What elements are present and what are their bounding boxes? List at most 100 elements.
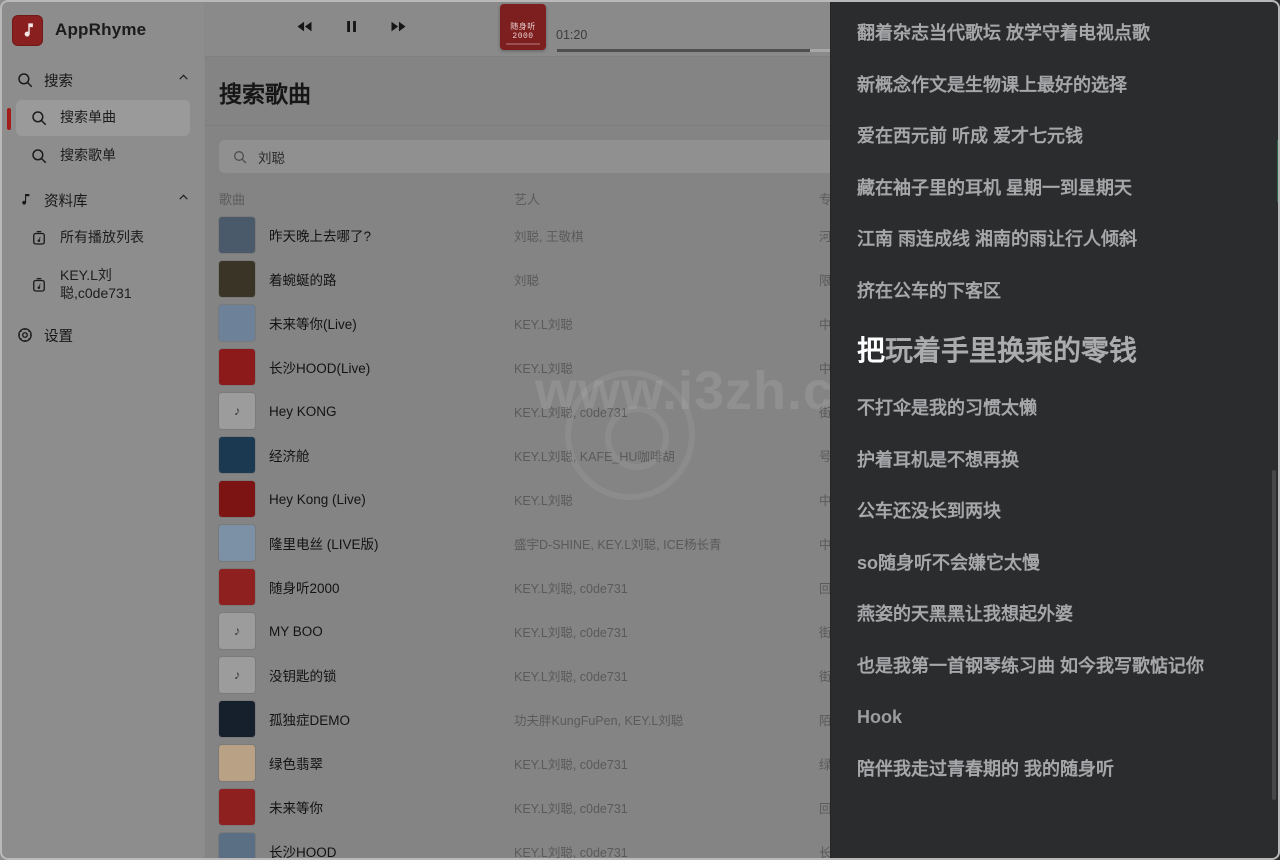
cell-song: 未来等你(Live) xyxy=(219,305,514,341)
playlist-icon xyxy=(30,276,48,294)
cell-song: 未来等你 xyxy=(219,789,514,825)
album-thumbnail-glyph xyxy=(219,833,255,860)
lyric-line[interactable]: so随身听不会嫌它太慢 xyxy=(857,538,1244,590)
lyric-line[interactable]: 藏在袖子里的耳机 星期一到星期天 xyxy=(857,163,1244,215)
search-input-value: 刘聪 xyxy=(258,147,285,167)
song-title: 长沙HOOD(Live) xyxy=(269,357,370,377)
album-thumbnail-glyph: ♪ xyxy=(219,613,255,649)
album-thumbnail-glyph xyxy=(219,525,255,561)
album-thumbnail-glyph xyxy=(219,745,255,781)
cell-song: 隆里电丝 (LIVE版) xyxy=(219,525,514,561)
song-title: Hey Kong (Live) xyxy=(269,492,366,507)
cell-song: 着蜿蜒的路 xyxy=(219,261,514,297)
lyric-line[interactable]: Hook xyxy=(857,692,1244,744)
transport-controls xyxy=(205,16,409,41)
lyric-line[interactable]: 江南 雨连成线 湘南的雨让行人倾斜 xyxy=(857,214,1244,266)
album-thumbnail xyxy=(219,481,255,517)
lyrics-scrollbar[interactable] xyxy=(1272,470,1276,800)
sidebar-item-all-playlists[interactable]: 所有播放列表 xyxy=(16,220,190,256)
lyric-line[interactable]: 挤在公车的下客区 xyxy=(857,266,1244,318)
cell-song: 经济舱 xyxy=(219,437,514,473)
cell-artist: 刘聪 xyxy=(514,270,819,289)
cell-artist: KEY.L刘聪 xyxy=(514,314,819,333)
pause-icon[interactable] xyxy=(342,17,361,40)
sidebar-item-label: 搜索歌单 xyxy=(60,147,182,165)
sidebar-item-search-songs[interactable]: 搜索单曲 xyxy=(16,100,190,136)
song-title: 长沙HOOD xyxy=(269,841,337,860)
sidebar-group-title: 资料库 xyxy=(44,190,167,211)
cell-song: 孤独症DEMO xyxy=(219,701,514,737)
album-thumbnail-glyph xyxy=(219,789,255,825)
song-title: 隆里电丝 (LIVE版) xyxy=(269,533,379,553)
app-brand: AppRhyme xyxy=(0,6,204,54)
album-thumbnail xyxy=(219,569,255,605)
cell-song: 昨天晚上去哪了? xyxy=(219,217,514,253)
sidebar-group-header-library[interactable]: 资料库 xyxy=(0,182,204,218)
music-note-icon xyxy=(16,191,34,209)
lyric-line[interactable]: 也是我第一首钢琴练习曲 如今我写歌惦记你 xyxy=(857,641,1244,693)
app-name: AppRhyme xyxy=(55,20,146,40)
album-thumbnail-glyph xyxy=(219,569,255,605)
sidebar-item-user-playlist[interactable]: KEY.L刘聪,c0de731 xyxy=(16,258,190,311)
sidebar: AppRhyme 搜索 xyxy=(0,0,205,860)
chevron-up-icon[interactable] xyxy=(177,71,190,87)
lyric-line[interactable]: 燕姿的天黑黑让我想起外婆 xyxy=(857,589,1244,641)
lyric-line[interactable]: 公车还没长到两块 xyxy=(857,486,1244,538)
cell-song: 绿色翡翠 xyxy=(219,745,514,781)
lyric-line-active[interactable]: 把玩着手里换乘的零钱 xyxy=(857,317,1244,383)
sidebar-group-search: 搜索 搜索单曲 xyxy=(0,62,204,174)
album-thumbnail xyxy=(219,789,255,825)
music-note-icon xyxy=(12,15,43,46)
album-thumbnail-glyph: ♪ xyxy=(219,393,255,429)
album-thumbnail xyxy=(219,833,255,860)
album-thumbnail xyxy=(219,305,255,341)
chevron-up-icon[interactable] xyxy=(177,191,190,207)
lyric-line[interactable]: 护着耳机是不想再换 xyxy=(857,435,1244,487)
lyric-line[interactable]: 新概念作文是生物课上最好的选择 xyxy=(857,60,1244,112)
now-playing[interactable]: 随身听2000 01:20 xyxy=(500,4,587,50)
lyric-line[interactable]: 爱在西元前 听成 爱才七元钱 xyxy=(857,111,1244,163)
album-thumbnail-glyph xyxy=(219,261,255,297)
rewind-icon[interactable] xyxy=(294,16,315,41)
album-thumbnail-glyph xyxy=(219,217,255,253)
album-thumbnail xyxy=(219,261,255,297)
sidebar-item-label: KEY.L刘聪,c0de731 xyxy=(60,267,182,302)
cell-artist: KEY.L刘聪, c0de731 xyxy=(514,842,819,860)
cell-artist: 盛宇D-SHINE, KEY.L刘聪, ICE杨长青 xyxy=(514,534,819,553)
sidebar-group-header-search[interactable]: 搜索 xyxy=(0,62,204,98)
lyrics-panel[interactable]: 翻着杂志当代歌坛 放学守着电视点歌新概念作文是生物课上最好的选择爱在西元前 听成… xyxy=(830,0,1280,860)
cell-song: ♪MY BOO xyxy=(219,613,514,649)
cell-artist: KEY.L刘聪, c0de731 xyxy=(514,666,819,685)
sidebar-item-settings[interactable]: 设置 xyxy=(0,317,204,353)
search-icon xyxy=(30,147,48,165)
lyric-line[interactable]: 陪伴我走过青春期的 我的随身听 xyxy=(857,744,1244,796)
cell-song: 长沙HOOD xyxy=(219,833,514,860)
cell-artist: KEY.L刘聪, KAFE_HU咖啡胡 xyxy=(514,446,819,465)
album-thumbnail-glyph: ♪ xyxy=(219,657,255,693)
song-title: 昨天晚上去哪了? xyxy=(269,225,371,245)
cell-artist: KEY.L刘聪, c0de731 xyxy=(514,402,819,421)
cell-artist: 刘聪, 王敬棋 xyxy=(514,226,819,245)
sidebar-item-label: 设置 xyxy=(44,325,190,346)
song-title: 孤独症DEMO xyxy=(269,709,350,729)
lyric-rest-part: 玩着手里换乘的零钱 xyxy=(885,335,1137,366)
lyric-sung-part: 把 xyxy=(857,335,885,366)
sidebar-item-label: 所有播放列表 xyxy=(60,229,182,247)
lyric-line[interactable]: 不打伞是我的习惯太懒 xyxy=(857,383,1244,435)
song-title: 着蜿蜒的路 xyxy=(269,269,337,289)
cell-song: ♪没钥匙的锁 xyxy=(219,657,514,693)
elapsed-time: 01:20 xyxy=(556,4,587,42)
song-title: 经济舱 xyxy=(269,445,310,465)
app-window: AppRhyme 搜索 xyxy=(0,0,1280,860)
album-thumbnail xyxy=(219,525,255,561)
cell-artist: KEY.L刘聪, c0de731 xyxy=(514,622,819,641)
song-title: 绿色翡翠 xyxy=(269,753,323,773)
fast-forward-icon[interactable] xyxy=(388,16,409,41)
search-icon xyxy=(30,109,48,127)
lyric-line[interactable]: 翻着杂志当代歌坛 放学守着电视点歌 xyxy=(857,8,1244,60)
cell-artist: KEY.L刘聪, c0de731 xyxy=(514,754,819,773)
song-title: 未来等你 xyxy=(269,797,323,817)
playlist-icon xyxy=(30,229,48,247)
album-thumbnail: ♪ xyxy=(219,393,255,429)
sidebar-item-search-playlists[interactable]: 搜索歌单 xyxy=(16,138,190,174)
